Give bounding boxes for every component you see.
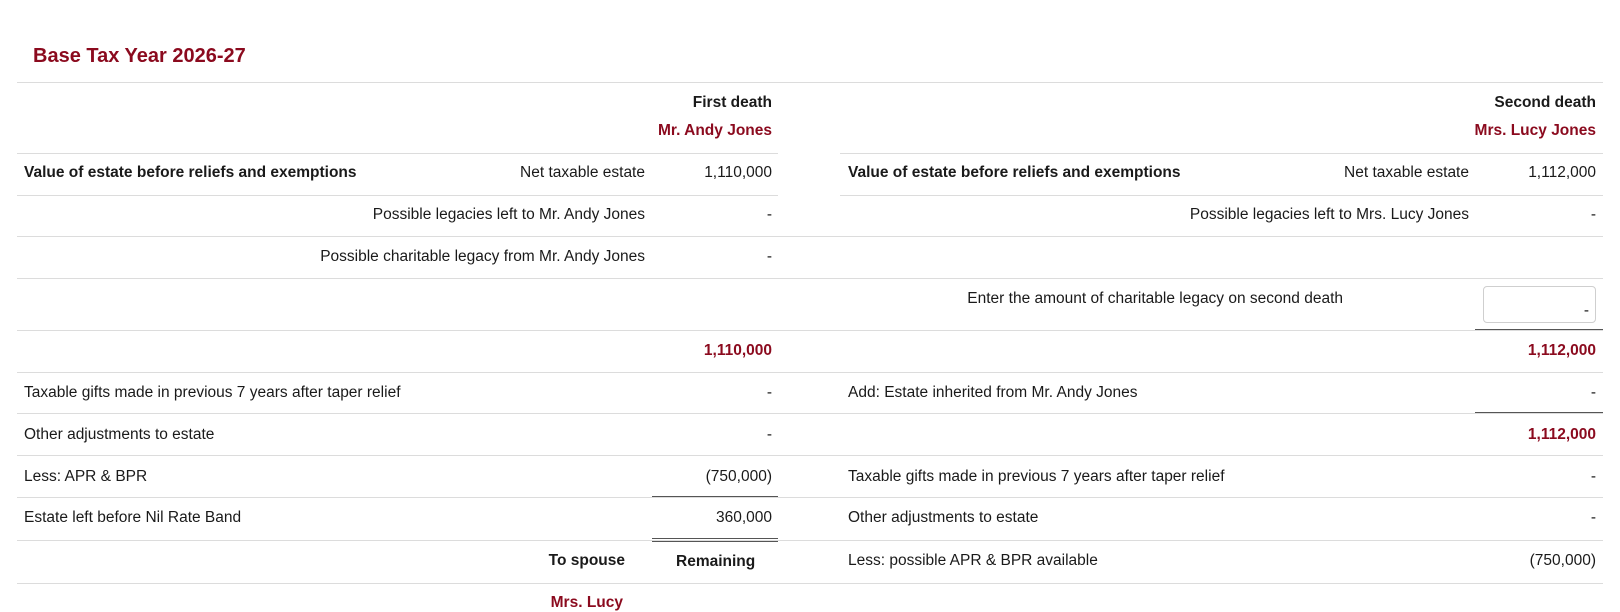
first-subtotal: 1,110,000 [703, 342, 772, 359]
double-underline [652, 538, 778, 539]
double-underline [652, 541, 778, 542]
divider [17, 330, 1603, 331]
first-death-person: Mr. Andy Jones [658, 122, 772, 139]
divider [840, 153, 1603, 154]
page-title: Base Tax Year 2026-27 [33, 45, 246, 67]
second-apr-value: (750,000) [1529, 552, 1596, 569]
first-net-label: Net taxable estate [520, 164, 645, 181]
second-legacies-label: Possible legacies left to Mrs. Lucy Jone… [1189, 206, 1469, 223]
charitable-legacy-input[interactable] [1483, 286, 1596, 323]
to-spouse-header: To spouse [548, 552, 625, 569]
charitable-legacy-label: Enter the amount of charitable legacy on… [967, 290, 1343, 307]
first-adjust-label: Other adjustments to estate [24, 426, 215, 443]
divider [17, 583, 1603, 584]
second-adjust-value: - [1590, 509, 1596, 526]
first-net-value: 1,110,000 [704, 164, 772, 181]
total-underline [1475, 412, 1603, 413]
divider [17, 497, 1603, 498]
first-value-heading: Value of estate before reliefs and exemp… [24, 164, 357, 181]
first-gifts-label: Taxable gifts made in previous 7 years a… [24, 384, 401, 401]
divider [17, 278, 1603, 279]
divider [17, 236, 1603, 237]
first-nrb-value: 360,000 [715, 509, 772, 526]
spouse-name: Mrs. Lucy [550, 594, 623, 611]
second-subtotal: 1,112,000 [1527, 342, 1596, 359]
total-underline [652, 496, 778, 497]
first-charitable-label: Possible charitable legacy from Mr. Andy… [320, 248, 645, 265]
divider [17, 195, 778, 196]
divider [17, 372, 1603, 373]
second-subtotal-2: 1,112,000 [1527, 426, 1596, 443]
first-legacies-value: - [766, 206, 772, 223]
second-inherited-value: - [1590, 384, 1596, 401]
first-nrb-label: Estate left before Nil Rate Band [24, 509, 242, 526]
second-gifts-value: - [1590, 468, 1596, 485]
first-legacies-label: Possible legacies left to Mr. Andy Jones [372, 206, 645, 223]
second-gifts-label: Taxable gifts made in previous 7 years a… [848, 468, 1225, 485]
divider [840, 195, 1603, 196]
first-charitable-value: - [766, 248, 772, 265]
divider [17, 455, 1603, 456]
divider [17, 413, 1603, 414]
total-underline [1475, 329, 1603, 330]
second-adjust-label: Other adjustments to estate [848, 509, 1039, 526]
second-death-person: Mrs. Lucy Jones [1474, 122, 1596, 139]
first-death-header: First death [692, 94, 772, 111]
first-apr-label: Less: APR & BPR [24, 468, 148, 485]
remaining-header: Remaining [676, 553, 756, 570]
divider [17, 82, 1603, 83]
first-apr-value: (750,000) [705, 468, 772, 485]
second-net-label: Net taxable estate [1344, 164, 1469, 181]
second-inherited-label: Add: Estate inherited from Mr. Andy Jone… [848, 384, 1138, 401]
second-value-heading: Value of estate before reliefs and exemp… [848, 164, 1181, 181]
second-net-value: 1,112,000 [1528, 164, 1596, 181]
divider [17, 540, 1603, 541]
second-death-header: Second death [1494, 94, 1596, 111]
first-adjust-value: - [766, 426, 772, 443]
divider [17, 153, 778, 154]
first-gifts-value: - [766, 384, 772, 401]
second-legacies-value: - [1590, 206, 1596, 223]
second-apr-label: Less: possible APR & BPR available [848, 552, 1098, 569]
